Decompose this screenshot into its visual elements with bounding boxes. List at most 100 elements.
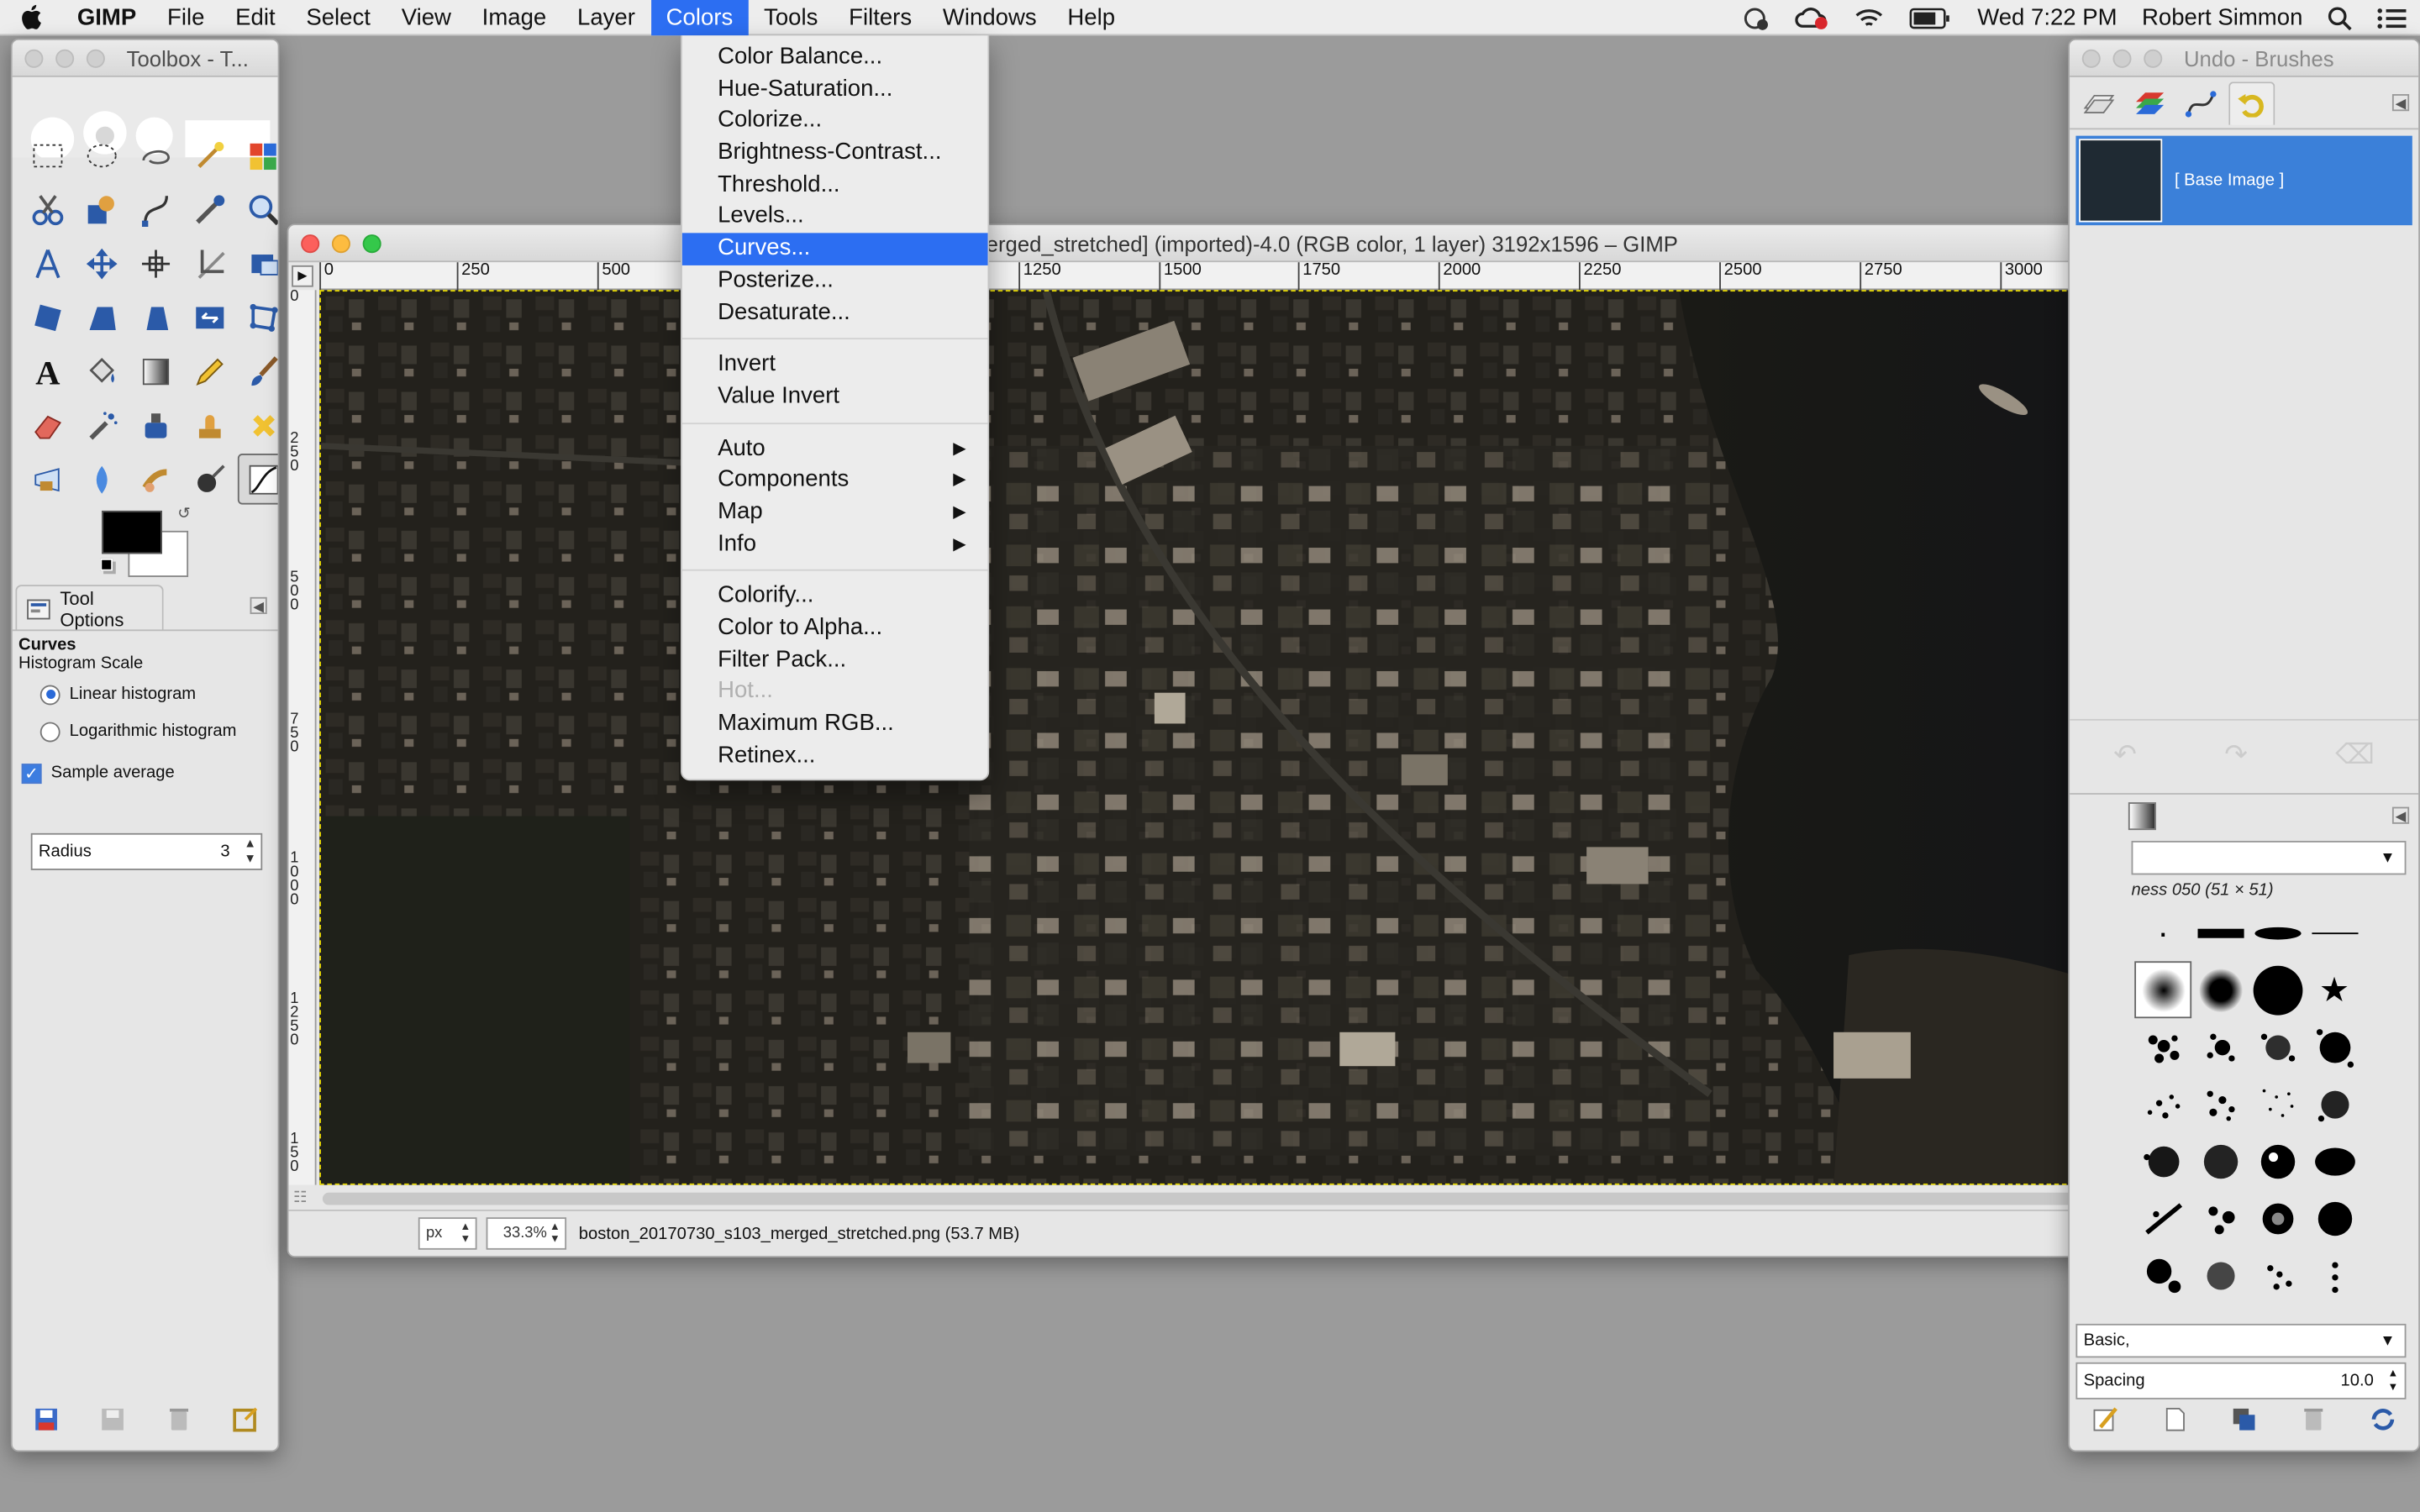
close-icon[interactable] [24, 48, 44, 67]
menu-item-maximum-rgb[interactable]: Maximum RGB... [682, 708, 988, 740]
brush-tag-filter[interactable]: Basic, ▼ [2075, 1323, 2407, 1358]
menu-select[interactable]: Select [291, 0, 386, 34]
menu-app[interactable]: GIMP [61, 0, 151, 34]
zoom-menu-icon[interactable]: ☷ [293, 1189, 315, 1211]
brush-texture[interactable] [2306, 1132, 2363, 1189]
gradients-tab-icon[interactable] [2128, 801, 2156, 830]
wifi-icon[interactable] [1842, 0, 1897, 35]
menu-item-levels[interactable]: Levels... [682, 202, 988, 234]
foreground-select-icon[interactable] [76, 184, 127, 235]
brush-texture[interactable] [2306, 1075, 2363, 1132]
brush-texture[interactable] [2306, 1018, 2363, 1075]
brush-texture[interactable] [2134, 1189, 2191, 1247]
ellipse-select-icon[interactable] [76, 129, 127, 181]
menu-tools[interactable]: Tools [749, 0, 834, 34]
bucket-fill-icon[interactable] [76, 345, 127, 396]
paths-icon[interactable] [129, 184, 181, 235]
redo-icon[interactable]: ↷ [2224, 739, 2248, 772]
menu-edit[interactable]: Edit [220, 0, 291, 34]
battery-icon[interactable] [1897, 0, 1965, 35]
menu-image[interactable]: Image [466, 0, 561, 34]
ink-icon[interactable] [129, 400, 181, 451]
dock-titlebar[interactable]: Undo - Brushes [2070, 39, 2419, 77]
rotate-icon[interactable] [22, 291, 73, 343]
tab-layers[interactable] [2075, 81, 2122, 123]
menu-filters[interactable]: Filters [834, 0, 928, 34]
free-select-icon[interactable] [129, 129, 181, 181]
unified-transform-icon[interactable] [238, 238, 278, 289]
brush-star[interactable]: ★ [2306, 961, 2363, 1018]
new-brush-icon[interactable] [2160, 1405, 2188, 1441]
restore-preset-icon[interactable] [98, 1405, 126, 1441]
menu-item-filter-pack[interactable]: Filter Pack... [682, 644, 988, 676]
brush-texture[interactable] [2134, 1132, 2191, 1189]
menu-item-components[interactable]: Components ▶ [682, 465, 988, 496]
fuzzy-select-icon[interactable] [184, 129, 235, 181]
image-canvas[interactable] [319, 290, 2106, 1185]
swap-colors-icon[interactable]: ↺ [177, 506, 190, 522]
spotlight-search-icon[interactable] [2315, 0, 2365, 35]
zoom-select[interactable]: 33.3% ▲ ▼ [486, 1217, 567, 1250]
delete-brush-icon[interactable] [2300, 1405, 2328, 1441]
crop-icon[interactable] [184, 238, 235, 289]
brush-texture[interactable] [2191, 1018, 2249, 1075]
apple-icon[interactable] [0, 0, 61, 34]
linear-histogram-option[interactable]: Linear histogram [18, 675, 271, 712]
menu-item-posterize[interactable]: Posterize... [682, 265, 988, 297]
linear-histogram-radio[interactable] [39, 684, 60, 705]
text-tool-icon[interactable]: A [22, 345, 73, 396]
close-icon[interactable] [301, 234, 320, 253]
menu-item-map[interactable]: Map ▶ [682, 496, 988, 528]
edit-brush-icon[interactable] [2091, 1405, 2118, 1441]
panel-menu-icon[interactable]: ◀ [250, 596, 267, 615]
menu-item-invert[interactable]: Invert [682, 349, 988, 381]
scissors-select-icon[interactable] [22, 184, 73, 235]
toolbox-titlebar[interactable]: Toolbox - T... [12, 39, 278, 77]
image-window-titlebar[interactable]: erged_stretched] (imported)-4.0 (RGB col… [288, 225, 2133, 263]
brush-texture[interactable] [2249, 1247, 2306, 1304]
spinner-arrows-icon[interactable]: ▲ ▼ [2388, 1367, 2399, 1394]
clone-icon[interactable] [184, 400, 235, 451]
log-histogram-option[interactable]: Logarithmic histogram [18, 713, 271, 750]
brush-texture[interactable] [2134, 1247, 2191, 1304]
brush-texture[interactable] [2134, 1018, 2191, 1075]
vertical-ruler[interactable]: 0 2 5 0 5 0 0 7 5 0 1 0 0 0 1 2 5 0 1 5 … [288, 289, 317, 1185]
menu-item-hue-saturation[interactable]: Hue-Saturation... [682, 74, 988, 106]
spacing-spinner[interactable]: Spacing 10.0 ▲ ▼ [2075, 1362, 2407, 1399]
brush-block[interactable] [2191, 904, 2249, 961]
sync-icon[interactable] [1730, 0, 1782, 35]
log-histogram-radio[interactable] [39, 721, 60, 742]
minimize-icon[interactable] [55, 48, 75, 67]
cage-transform-icon[interactable] [238, 291, 278, 343]
magnify-icon[interactable] [238, 184, 278, 235]
tab-paths[interactable] [2178, 81, 2224, 123]
minimize-icon[interactable] [331, 234, 350, 253]
tab-channels[interactable] [2127, 81, 2173, 123]
pencil-icon[interactable] [184, 345, 235, 396]
curves-tool-icon[interactable] [237, 454, 278, 505]
eraser-icon[interactable] [22, 400, 73, 451]
brush-texture[interactable] [2191, 1247, 2249, 1304]
brush-pixel[interactable]: · [2134, 904, 2191, 961]
blur-sharpen-icon[interactable] [76, 454, 127, 505]
flip-icon[interactable] [184, 291, 235, 343]
brush-hardness-050[interactable] [2134, 961, 2192, 1019]
brush-view-select[interactable]: ▼ [2131, 841, 2407, 875]
notification-center-icon[interactable] [2365, 0, 2420, 35]
brush-texture[interactable] [2249, 1132, 2306, 1189]
foreground-color-swatch[interactable] [102, 510, 162, 554]
refresh-brushes-icon[interactable] [2370, 1405, 2397, 1441]
select-by-color-icon[interactable] [238, 129, 278, 181]
scale-icon[interactable] [76, 291, 127, 343]
sample-average-option[interactable]: ✓ Sample average [18, 754, 271, 791]
align-icon[interactable] [129, 238, 181, 289]
tab-tool-options[interactable]: Tool Options [15, 585, 164, 632]
menu-item-desaturate[interactable]: Desaturate... [682, 297, 988, 329]
brush-texture[interactable] [2306, 1189, 2363, 1247]
clock[interactable]: Wed 7:22 PM [1965, 0, 2130, 35]
clear-history-icon[interactable]: ⌫ [2335, 739, 2375, 772]
tab-undo-history[interactable] [2228, 81, 2275, 124]
horizontal-scrollbar[interactable] [322, 1192, 2098, 1205]
radius-spinner[interactable]: Radius 3 ▲ ▼ [30, 832, 263, 870]
close-icon[interactable] [2081, 48, 2101, 67]
